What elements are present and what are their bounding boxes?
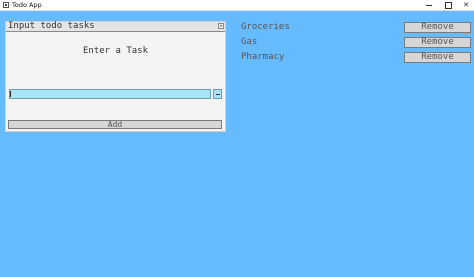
remove-button-pharmacy[interactable]: Remove [404,52,471,63]
input-panel-header[interactable]: Input todo tasks [6,21,225,32]
maximize-button[interactable] [441,0,455,10]
app-icon [3,2,9,8]
input-panel: Input todo tasks Enter a Task Add [5,21,226,132]
window-titlebar: Todo App ✕ [0,0,474,11]
remove-button-gas[interactable]: Remove [404,37,471,48]
maximize-icon [444,1,452,9]
text-cursor [10,91,11,97]
minus-icon [215,93,220,95]
task-input[interactable] [9,89,211,99]
close-button[interactable]: ✕ [459,0,473,10]
collapse-icon[interactable] [218,23,224,29]
task-label-groceries: Groceries [241,22,290,32]
minimize-icon [426,4,432,6]
task-prompt-label: Enter a Task [82,46,149,56]
task-label-pharmacy: Pharmacy [241,52,285,62]
input-panel-title: Input todo tasks [8,21,95,31]
minimize-button[interactable] [422,0,436,10]
clear-input-button[interactable] [213,89,222,99]
task-label-gas: Gas [241,37,258,47]
close-icon: ✕ [463,1,469,9]
remove-button-groceries[interactable]: Remove [404,22,471,33]
add-button[interactable]: Add [8,120,222,129]
window-title: Todo App [12,1,42,9]
